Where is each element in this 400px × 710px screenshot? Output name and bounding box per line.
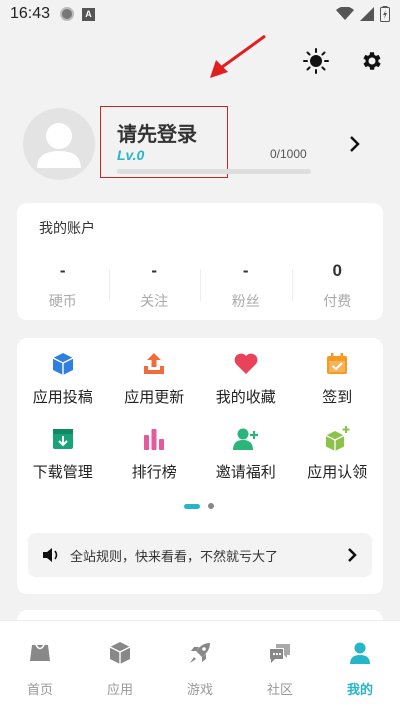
tab-mine[interactable]: 我的 [320,621,400,710]
user-icon [350,642,370,664]
bar-chart-icon [140,425,168,453]
tool-label: 应用投稿 [32,388,93,406]
tool-claim-app[interactable]: 应用认领 [292,425,384,482]
tool-invite[interactable]: 邀请福利 [200,425,292,482]
cube-icon [49,350,77,378]
tab-apps[interactable]: 应用 [80,621,160,710]
home-icon [30,644,50,661]
account-stats: - 硬币 - 关注 - 粉丝 0 付费 [17,261,383,311]
page-indicator [184,503,214,509]
tool-downloads[interactable]: 下载管理 [17,425,109,482]
tool-update-app[interactable]: 应用更新 [109,350,201,407]
stat-paid[interactable]: 0 付费 [291,261,384,311]
rocket-icon [190,643,210,663]
tool-label: 邀请福利 [215,463,276,481]
chat-icon [270,644,290,663]
tool-label: 排行榜 [131,463,177,481]
annotation-arrow-icon [210,34,266,78]
level-label: Lv.0 [117,147,145,163]
page-dot [208,503,214,509]
tab-games[interactable]: 游戏 [160,621,240,710]
wifi-icon [336,7,354,20]
tool-label: 下载管理 [32,463,93,481]
calendar-check-icon [323,350,351,378]
avatar[interactable] [23,108,95,180]
theme-sun-icon[interactable] [303,48,329,74]
upload-icon [140,350,168,378]
app-cube-icon [109,642,131,664]
tool-submit-app[interactable]: 应用投稿 [17,350,109,407]
stat-value: - [151,261,158,280]
exp-progress-text: 0/1000 [270,147,307,161]
heart-icon [232,350,260,378]
speaker-icon [43,548,58,562]
login-prompt[interactable]: 请先登录 [117,118,197,147]
page-dot-active [184,503,200,509]
tab-label: 我的 [346,683,373,698]
tool-rankings[interactable]: 排行榜 [109,425,201,482]
tab-label: 社区 [266,683,293,698]
status-time: 16:43 [10,5,51,22]
stat-label: 关注 [140,294,169,310]
tool-label: 应用认领 [307,463,368,481]
battery-icon [380,6,390,22]
signal-icon [360,7,374,21]
add-user-icon [232,425,260,453]
stat-value: - [242,261,249,280]
notification-icon [60,7,75,21]
tools-card: 应用投稿 应用更新 我的收藏 签到 下载管理 排行榜 邀请福利 应用认领 全站规… [17,338,383,594]
tool-label: 应用更新 [124,388,185,406]
stat-value: 0 [332,261,342,280]
tab-community[interactable]: 社区 [240,621,320,710]
tool-checkin[interactable]: 签到 [292,350,384,407]
stat-value: - [59,261,66,280]
tools-grid: 应用投稿 应用更新 我的收藏 签到 下载管理 排行榜 邀请福利 应用认领 [17,350,383,482]
top-actions [303,48,385,74]
account-card: 我的账户 - 硬币 - 关注 - 粉丝 0 付费 [17,203,383,320]
chevron-right-icon[interactable] [348,134,362,154]
stat-fans[interactable]: - 粉丝 [200,261,292,311]
settings-gear-icon[interactable] [359,48,385,74]
tool-label: 签到 [322,388,353,406]
tool-favorites[interactable]: 我的收藏 [200,350,292,407]
notice-text: 全站规则，快来看看，不然就亏大了 [70,549,279,565]
tool-label: 我的收藏 [215,388,276,406]
status-bar: 16:43 A [0,0,400,28]
stat-coins[interactable]: - 硬币 [17,261,109,311]
download-box-icon [49,425,77,453]
notice-banner[interactable]: 全站规则，快来看看，不然就亏大了 [28,533,372,577]
a-notification-icon: A [82,7,96,21]
stat-label: 粉丝 [231,294,260,310]
stat-label: 付费 [323,294,352,310]
bottom-tab-bar: 首页 应用 游戏 社区 我的 [0,620,400,710]
tab-label: 应用 [106,683,133,698]
tab-label: 游戏 [186,683,213,698]
cube-plus-icon [323,425,351,453]
stat-label: 硬币 [48,294,77,310]
default-user-icon [37,123,81,168]
tab-label: 首页 [26,683,53,698]
profile-header[interactable]: 请先登录 Lv.0 0/1000 [0,100,400,190]
tab-home[interactable]: 首页 [0,621,80,710]
stat-following[interactable]: - 关注 [108,261,201,311]
chevron-right-icon [348,548,357,562]
exp-progress-bar [117,169,311,174]
account-title: 我的账户 [39,221,95,237]
